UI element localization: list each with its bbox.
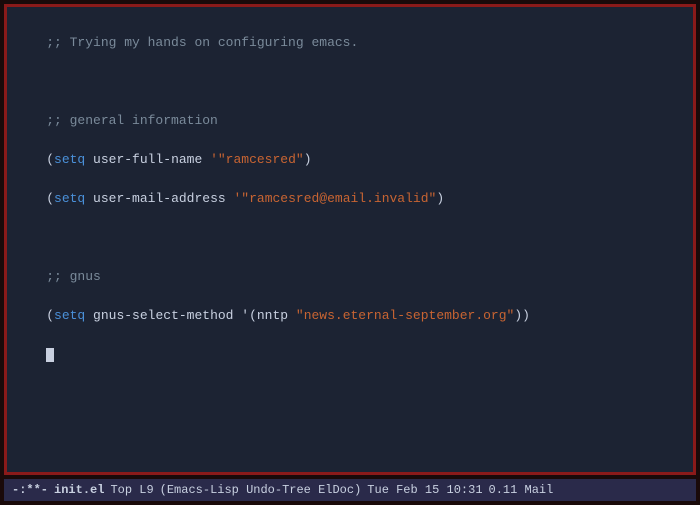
status-filename: init.el [54,483,104,497]
line-1: ;; Trying my hands on configuring emacs. [46,35,358,50]
status-position: Top L9 [110,483,153,497]
status-modes: (Emacs-Lisp Undo-Tree ElDoc) [160,483,362,497]
status-mail: 0.11 Mail [489,483,554,497]
text-cursor [46,348,54,362]
line-8: (setq gnus-select-method '(nntp "news.et… [46,308,530,323]
code-content: ;; Trying my hands on configuring emacs.… [15,13,685,384]
line-7: ;; gnus [46,269,101,284]
editor-area[interactable]: ;; Trying my hands on configuring emacs.… [4,4,696,475]
status-datetime: Tue Feb 15 10:31 [367,483,482,497]
line-4: (setq user-full-name '"ramcesred") [46,152,311,167]
status-bar: -:**- init.el Top L9 (Emacs-Lisp Undo-Tr… [4,479,696,501]
status-mode: -:**- [12,483,48,497]
line-5: (setq user-mail-address '"ramcesred@emai… [46,191,444,206]
line-3: ;; general information [46,113,218,128]
